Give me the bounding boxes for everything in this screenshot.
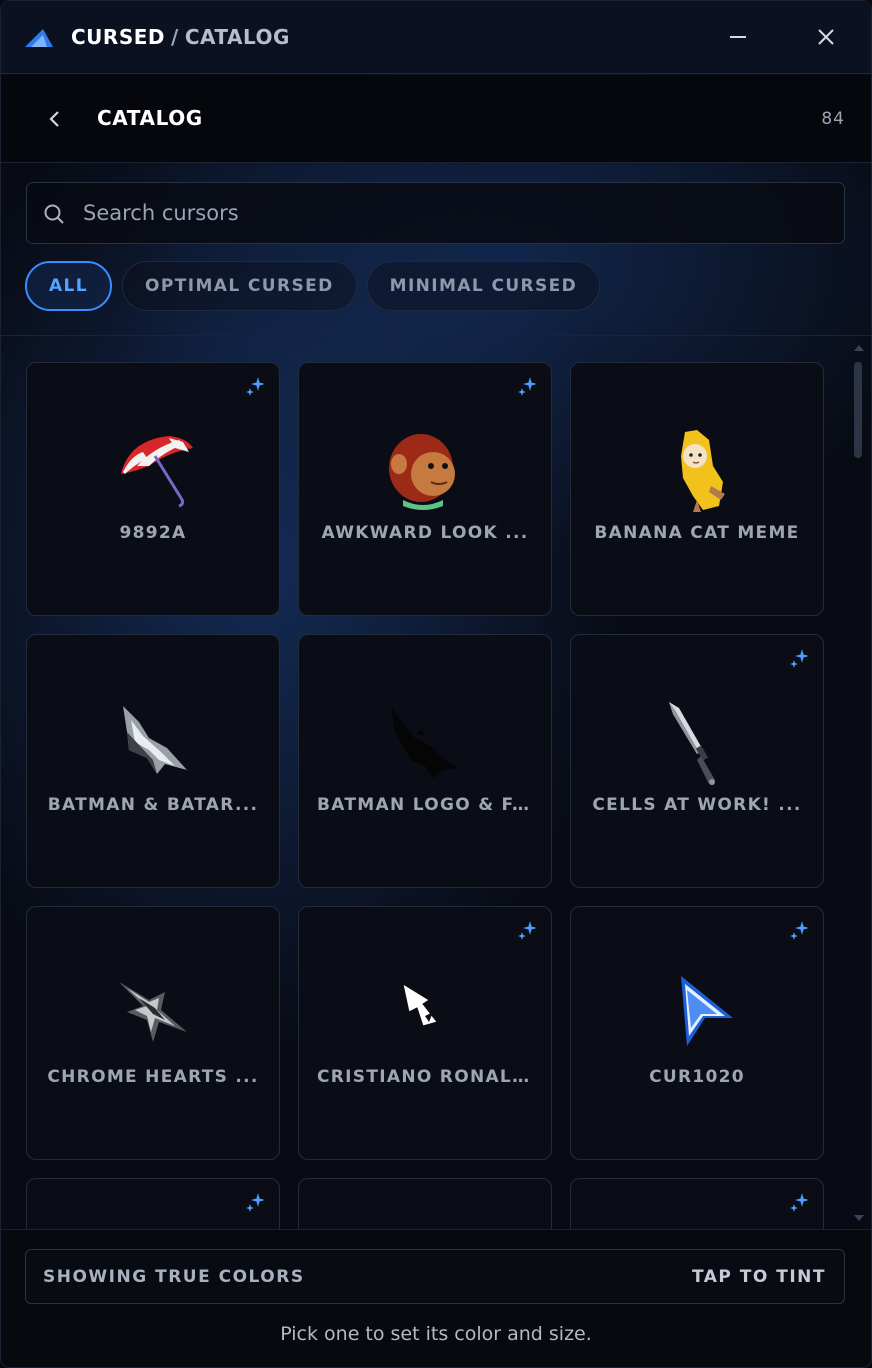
footer: SHOWING TRUE COLORS TAP TO TINT Pick one…: [1, 1229, 871, 1367]
item-count: 84: [821, 109, 845, 129]
app-window: CURSED/CATALOG CATALOG 84 ALL OPTIMAL CU…: [0, 0, 872, 1368]
cursor-name: CRISTIANO RONAL...: [317, 1067, 536, 1087]
cursor-card[interactable]: CELLS AT WORK! ...: [570, 634, 824, 888]
brand-logo-icon: [25, 29, 53, 47]
tap-to-tint-label: TAP TO TINT: [691, 1267, 826, 1287]
sparkle-icon: [790, 1193, 809, 1212]
scrollbar-thumb[interactable]: [854, 362, 862, 458]
cursor-card[interactable]: [570, 1178, 824, 1229]
close-button[interactable]: [808, 19, 844, 55]
page-title: CATALOG: [97, 106, 203, 130]
search-box: [26, 182, 845, 244]
sparkle-icon: [246, 1193, 265, 1212]
minimize-button[interactable]: [720, 19, 756, 55]
filter-optimal-cursed[interactable]: OPTIMAL CURSED: [122, 261, 357, 311]
monkey-icon: [376, 421, 476, 521]
cursor-card[interactable]: BATMAN LOGO & F...: [298, 634, 552, 888]
window-title-app: CURSED: [71, 25, 165, 49]
close-icon: [818, 29, 834, 45]
cursor-card[interactable]: AWKWARD LOOK ...: [298, 362, 552, 616]
cursor-card[interactable]: [26, 1178, 280, 1229]
color-mode-status: SHOWING TRUE COLORS: [43, 1267, 305, 1287]
cursor-grid: 9892A AWKWARD LOOK ... BANANA CAT MEME B…: [1, 336, 871, 1229]
cursor-name: AWKWARD LOOK ...: [321, 523, 529, 543]
cursor-card[interactable]: BANANA CAT MEME: [570, 362, 824, 616]
batarang-icon: [104, 693, 204, 793]
cursor-name: BANANA CAT MEME: [594, 523, 800, 543]
window-title: CURSED / CATALOG: [71, 25, 290, 49]
sparkle-icon: [518, 921, 537, 940]
cursor-card[interactable]: 9892A: [26, 362, 280, 616]
minimize-icon: [730, 36, 746, 38]
window-title-separator: /: [171, 25, 179, 49]
knife-icon: [648, 693, 748, 793]
cursor-name: 9892A: [119, 523, 187, 543]
sparkle-icon: [790, 649, 809, 668]
footer-hint: Pick one to set its color and size.: [280, 1323, 592, 1345]
bat-icon: [376, 693, 476, 793]
window-title-section: CATALOG: [184, 25, 290, 49]
cursor-card[interactable]: CHROME HEARTS ...: [26, 906, 280, 1160]
scroll-up-arrow-icon[interactable]: [853, 343, 865, 353]
filter-minimal-cursed[interactable]: MINIMAL CURSED: [366, 261, 601, 311]
filter-all[interactable]: ALL: [25, 261, 113, 311]
cursor-name: CUR1020: [649, 1067, 745, 1087]
scroll-down-arrow-icon[interactable]: [853, 1213, 865, 1223]
cursor-card[interactable]: BATMAN & BATAR...: [26, 634, 280, 888]
filter-chips: ALL OPTIMAL CURSED MINIMAL CURSED: [25, 261, 601, 311]
catalog-header: CATALOG 84: [1, 75, 871, 163]
cursor-name: BATMAN & BATAR...: [47, 795, 259, 815]
search-icon: [44, 204, 64, 224]
si-arrow-icon: [376, 965, 476, 1065]
title-bar: CURSED / CATALOG: [1, 1, 871, 74]
cursor-name: CHROME HEARTS ...: [47, 1067, 259, 1087]
back-button[interactable]: [37, 101, 73, 137]
chevron-left-icon: [49, 111, 59, 127]
chrome-cross-icon: [104, 965, 204, 1065]
banana-cat-icon: [648, 421, 748, 521]
search-input[interactable]: [83, 183, 823, 243]
cursor-card[interactable]: CRISTIANO RONAL...: [298, 906, 552, 1160]
cursor-name: BATMAN LOGO & F...: [317, 795, 536, 815]
sparkle-icon: [246, 377, 265, 396]
umbrella-icon: [104, 421, 204, 521]
sparkle-icon: [518, 377, 537, 396]
cursor-name: CELLS AT WORK! ...: [592, 795, 802, 815]
sparkle-icon: [790, 921, 809, 940]
tint-toggle[interactable]: SHOWING TRUE COLORS TAP TO TINT: [25, 1249, 845, 1304]
cursor-card[interactable]: [298, 1178, 552, 1229]
blue-arrow-icon: [648, 965, 748, 1065]
cursor-card[interactable]: CUR1020: [570, 906, 824, 1160]
